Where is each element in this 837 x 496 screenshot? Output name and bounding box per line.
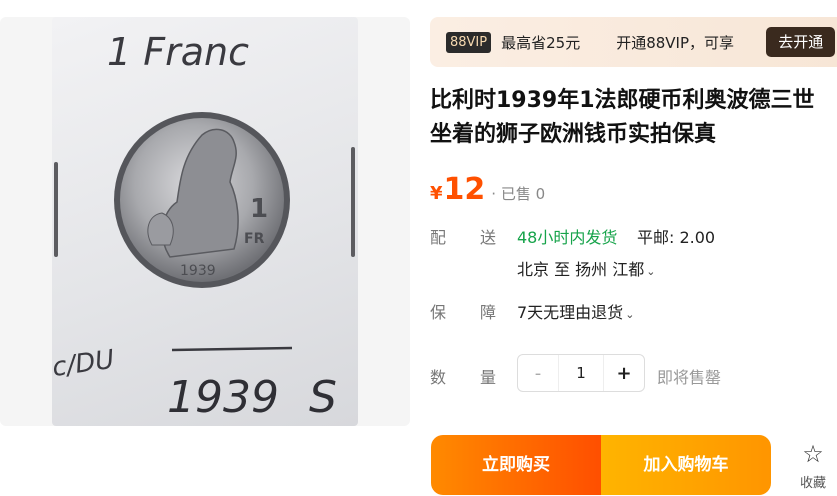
vip-badge: 88VIP	[446, 31, 492, 53]
favorite-button[interactable]: ☆ 收藏	[790, 440, 836, 496]
guarantee-selector[interactable]: 7天无理由退货 ⌄	[517, 299, 634, 323]
holder-slit-left	[54, 162, 58, 257]
coin-lion-tail	[147, 212, 174, 246]
handwritten-year: 1939	[167, 372, 279, 423]
currency-symbol: ¥	[430, 183, 443, 204]
quantity-decrease-button[interactable]: -	[518, 363, 558, 384]
product-title: 比利时1939年1法郎硬币利奥波德三世 坐着的狮子欧洲钱币实拍保真	[430, 84, 837, 152]
vip-save-text: 最高省25元	[501, 33, 581, 52]
vip-open-button[interactable]: 去开通	[766, 27, 836, 57]
shipping-fee: 平邮: 2.00	[637, 228, 716, 247]
shipping-label: 配送	[430, 228, 531, 247]
handwritten-code: c/DU	[52, 345, 116, 383]
handwritten-denomination: 1 Franc	[107, 30, 249, 74]
quantity-input[interactable]: 1	[558, 355, 604, 391]
price-row: ¥ 12 · 已售 0	[430, 172, 545, 212]
coin-year: 1939	[180, 263, 216, 279]
coin-photo-graphic: 1 Franc 1939 S c/DU 1 FR 1939	[52, 30, 355, 423]
chevron-down-icon: ⌄	[625, 308, 635, 321]
handwritten-grade: S	[309, 372, 337, 423]
quantity-label: 数量	[430, 368, 531, 387]
add-to-cart-button[interactable]: 加入购物车	[601, 435, 771, 495]
price-value: 12	[443, 172, 486, 207]
chevron-down-icon: ⌄	[646, 265, 656, 278]
vip-promo-text: 开通88VIP，可享	[616, 33, 735, 52]
quantity-increase-button[interactable]: +	[604, 363, 644, 384]
product-title-line2: 坐着的狮子欧洲钱币实拍保真	[430, 122, 717, 147]
holder-slit-right	[351, 147, 355, 257]
guarantee-text: 7天无理由退货	[517, 303, 624, 322]
shipping-route-text: 北京 至 扬州 江都	[517, 260, 645, 279]
vip-promo-bar: 88VIP 最高省25元 开通88VIP，可享 去开通	[430, 17, 837, 67]
favorite-label: 收藏	[799, 476, 826, 491]
guarantee-label: 保障	[430, 303, 531, 322]
coin-denomination: 1	[250, 194, 268, 224]
shipping-fast-text: 48小时内发货	[517, 228, 618, 247]
quantity-stepper: - 1 +	[517, 354, 645, 392]
buy-now-button[interactable]: 立即购买	[431, 435, 601, 495]
coin-unit: FR	[244, 231, 265, 247]
product-title-line1: 比利时1939年1法郎硬币利奥波德三世	[430, 88, 815, 113]
product-photo[interactable]: 1 Franc 1939 S c/DU 1 FR 1939	[52, 17, 358, 426]
star-outline-icon: ☆	[802, 440, 824, 468]
sold-count: · 已售 0	[491, 185, 546, 203]
stock-note: 即将售罄	[657, 368, 722, 387]
handwritten-underline	[171, 346, 293, 352]
product-page: 1 Franc 1939 S c/DU 1 FR 1939 88VIP 最高省2…	[0, 0, 837, 496]
shipping-route-selector[interactable]: 北京 至 扬州 江都 ⌄	[517, 256, 655, 280]
